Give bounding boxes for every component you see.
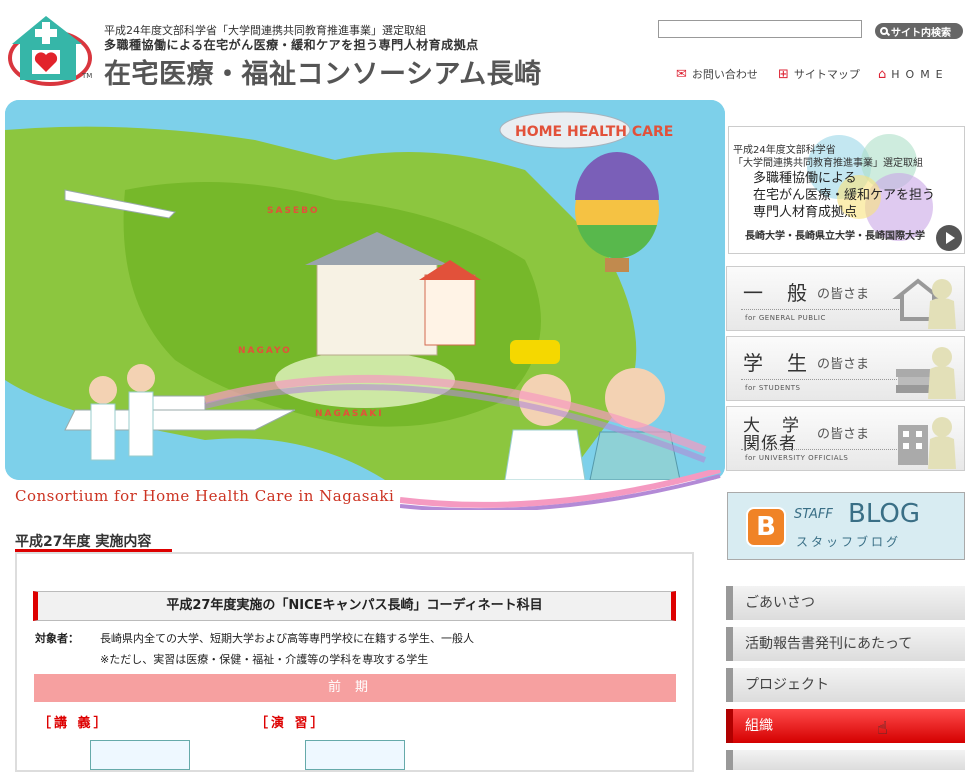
site-title[interactable]: 在宅医療・福祉コンソーシアム長崎 bbox=[104, 52, 542, 91]
program-banner[interactable]: 平成24年度文部科学省 「大学間連携共同教育推進事業」選定取組 多職種協働による… bbox=[728, 126, 965, 254]
audience-general-sub: の皆さま bbox=[817, 287, 870, 302]
header-tagline: 多職種協働による在宅がん医療・緩和ケアを担う専門人材育成拠点 bbox=[104, 38, 479, 52]
audience-university-officials[interactable]: 大学 関係者 の皆さま for UNIVERSITY OFFICIALS bbox=[726, 406, 965, 471]
blog-kana-label: スタッフブログ bbox=[796, 535, 902, 549]
banner-big3: 専門人材育成拠点 bbox=[753, 205, 858, 220]
sitemap-icon: ⊞ bbox=[778, 66, 789, 82]
hero-map-illustration: HOME HEALTH CARE SASEBO NAGAYO NAGASAKI bbox=[5, 100, 725, 480]
audience-general-public[interactable]: 一般 の皆さま for GENERAL PUBLIC bbox=[726, 266, 965, 331]
nav-sitemap[interactable]: ⊞ サイトマップ bbox=[778, 66, 860, 82]
search-input[interactable] bbox=[658, 20, 862, 38]
mail-icon: ✉ bbox=[676, 66, 687, 82]
nav-contact-label: お問い合わせ bbox=[691, 68, 758, 81]
house-person-icon bbox=[892, 278, 956, 329]
divider bbox=[741, 309, 901, 310]
practice-heading: ［演 習］ bbox=[255, 716, 327, 731]
hero-illustration: HOME HEALTH CARE SASEBO NAGAYO NAGASAKI bbox=[5, 100, 725, 480]
audience-students-sub: の皆さま bbox=[817, 357, 870, 372]
books-person-icon bbox=[896, 347, 956, 399]
place-label-nagayo: NAGAYO bbox=[238, 346, 292, 356]
trademark-label: TM bbox=[82, 72, 93, 80]
home-icon: ⌂ bbox=[878, 66, 887, 82]
search-icon bbox=[880, 27, 888, 35]
divider bbox=[741, 449, 901, 450]
blog-blog-label: BLOG bbox=[848, 499, 921, 529]
audience-officials-en: for UNIVERSITY OFFICIALS bbox=[745, 454, 849, 462]
nav-sitemap-label: サイトマップ bbox=[793, 68, 860, 81]
banner-big1: 多職種協働による bbox=[753, 171, 857, 186]
banner-universities: 長崎大学・長崎県立大学・長崎国際大学 bbox=[745, 231, 925, 242]
menu-report-publication[interactable]: 活動報告書発刊にあたって bbox=[726, 627, 965, 661]
menu-project[interactable]: プロジェクト bbox=[726, 668, 965, 702]
banner-line2: 「大学間連携共同教育推進事業」選定取組 bbox=[733, 158, 923, 169]
hero-caption: Consortium for Home Health Care in Nagas… bbox=[15, 487, 395, 505]
lecture-heading: ［講 義］ bbox=[38, 716, 110, 731]
rainbow-swoosh bbox=[400, 470, 721, 510]
target-label: 対象者： bbox=[35, 632, 79, 645]
building-person-icon bbox=[898, 417, 956, 469]
nav-contact[interactable]: ✉ お問い合わせ bbox=[676, 66, 758, 82]
nav-home-label: HOME bbox=[891, 67, 949, 81]
place-label-sasebo: SASEBO bbox=[267, 206, 320, 216]
search-button-label: サイト内検索 bbox=[891, 27, 951, 39]
blog-staff-label: STAFF bbox=[794, 507, 833, 522]
audience-officials-title2: 関係者 bbox=[743, 434, 797, 454]
audience-officials-sub: の皆さま bbox=[817, 427, 870, 442]
divider bbox=[741, 379, 901, 380]
hand-cursor-icon: ☝ bbox=[877, 718, 888, 739]
banner-big2: 在宅がん医療・緩和ケアを担う bbox=[753, 188, 936, 203]
search-button[interactable]: サイト内検索 bbox=[875, 23, 963, 39]
blimp-label: HOME HEALTH CARE bbox=[515, 124, 673, 140]
play-icon[interactable] bbox=[936, 225, 962, 251]
section-title: 平成27年度 実施内容 bbox=[15, 534, 152, 550]
course-heading: 平成27年度実施の「NICEキャンパス長崎」コーディネート科目 bbox=[33, 591, 676, 621]
audience-students[interactable]: 学生 の皆さま for STUDENTS bbox=[726, 336, 965, 401]
practice-thumbnail[interactable] bbox=[305, 740, 405, 770]
blogger-icon: B bbox=[746, 507, 786, 547]
menu-greeting[interactable]: ごあいさつ bbox=[726, 586, 965, 620]
target-text: 長崎県内全ての大学、短期大学および高等専門学校に在籍する学生、一般人 bbox=[100, 632, 474, 645]
term-bar: 前期 bbox=[34, 674, 676, 702]
nav-home[interactable]: ⌂ HOME bbox=[878, 66, 949, 82]
audience-general-en: for GENERAL PUBLIC bbox=[745, 314, 826, 322]
target-note: ※ただし、実習は医療・保健・福祉・介護等の学科を専攻する学生 bbox=[100, 653, 429, 666]
place-label-nagasaki: NAGASAKI bbox=[315, 409, 384, 419]
staff-blog-banner[interactable]: B STAFF BLOG スタッフブログ bbox=[727, 492, 965, 560]
lecture-thumbnail[interactable] bbox=[90, 740, 190, 770]
menu-submenu-peek[interactable] bbox=[726, 750, 965, 770]
audience-students-en: for STUDENTS bbox=[745, 384, 801, 392]
menu-organization[interactable]: 組織 bbox=[726, 709, 965, 743]
